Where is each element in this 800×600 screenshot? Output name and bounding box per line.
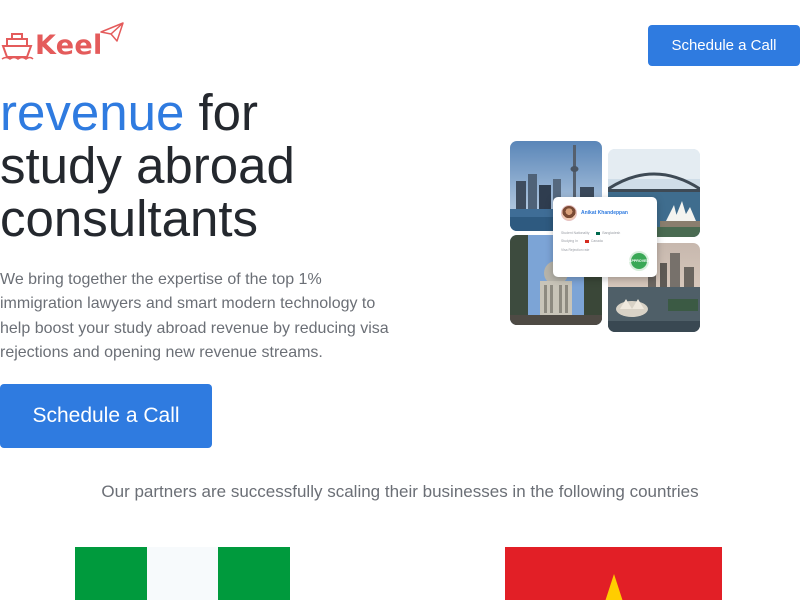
avatar — [561, 205, 577, 221]
landing-page: Keel Schedule a Call revenue for study a… — [0, 0, 800, 600]
approved-seal-icon: APPROVED — [629, 251, 649, 271]
headline-line-2: study abroad — [0, 137, 295, 194]
headline-rest: for — [184, 84, 258, 141]
vietnam-flag — [505, 547, 722, 600]
card-student-name: Anikat Khandeppan — [581, 210, 628, 216]
hero-headline: revenue for study abroad consultants — [0, 86, 420, 245]
keel-logo[interactable]: Keel — [0, 22, 124, 66]
destinations-collage: Anikat Khandeppan Student Nationality Ba… — [510, 141, 702, 333]
nigeria-flag-right-band — [218, 547, 291, 600]
card-row1-label: Student Nationality — [561, 231, 590, 235]
bangladesh-flag-icon — [596, 231, 601, 235]
logo-text: Keel — [35, 29, 103, 61]
headline-accent: revenue — [0, 84, 185, 141]
card-row2-label: Studying In — [561, 239, 578, 243]
paper-plane-icon — [100, 22, 124, 42]
headline-line-3: consultants — [0, 190, 258, 247]
hero-description: We bring together the expertise of the t… — [0, 271, 389, 361]
partners-caption: Our partners are successfully scaling th… — [101, 482, 699, 501]
nigeria-flag-left-band — [75, 547, 147, 600]
card-row3-label: Visa Rejection rate — [561, 248, 590, 252]
vietnam-star-icon — [605, 574, 623, 600]
schedule-call-header-button[interactable]: Schedule a Call — [648, 25, 800, 66]
nigeria-flag — [75, 547, 291, 600]
student-profile-card: Anikat Khandeppan Student Nationality Ba… — [553, 197, 657, 277]
nigeria-flag-center-band — [146, 547, 219, 600]
card-row1-value: Bangladesh — [602, 231, 621, 235]
canada-flag-icon — [584, 239, 589, 243]
ship-icon — [1, 33, 34, 60]
card-row2-value: Canada — [590, 239, 603, 243]
schedule-call-hero-button[interactable]: Schedule a Call — [0, 384, 212, 448]
